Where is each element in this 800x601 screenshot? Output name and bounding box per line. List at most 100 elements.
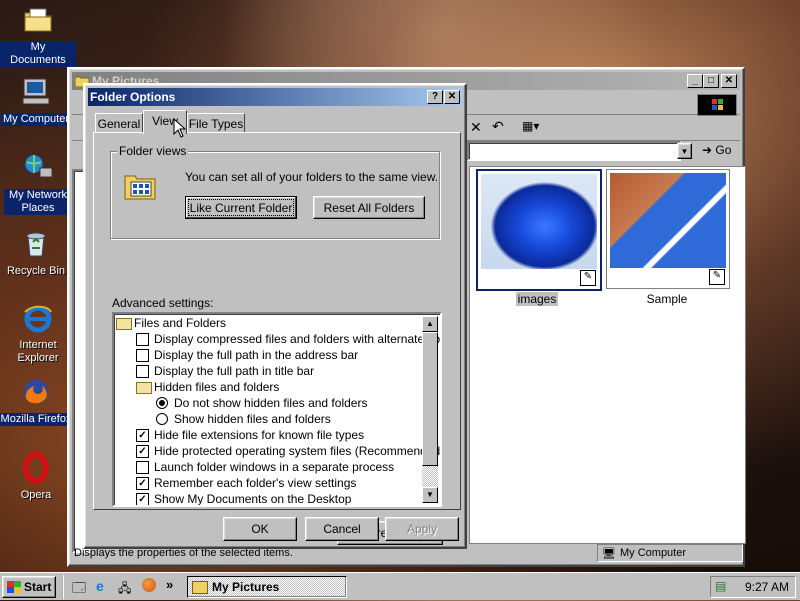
- taskbar-button-my-pictures[interactable]: My Pictures: [187, 576, 347, 598]
- undo-icon[interactable]: ✕: [470, 119, 482, 136]
- folder-icon: [136, 382, 152, 394]
- start-label: Start: [24, 580, 52, 594]
- close-button[interactable]: ✕: [721, 74, 737, 88]
- close-button[interactable]: ✕: [444, 90, 460, 104]
- folder-views-icon: [124, 175, 156, 200]
- minimize-button[interactable]: _: [687, 74, 703, 88]
- checkbox[interactable]: [136, 461, 149, 474]
- desktop-icon-my-network-places[interactable]: My Network Places: [0, 152, 76, 215]
- address-dropdown-button[interactable]: ▼: [677, 143, 692, 159]
- checkbox[interactable]: ✓: [136, 493, 149, 505]
- go-button[interactable]: ➜ Go: [702, 143, 731, 157]
- folder-documents-icon: [24, 8, 52, 32]
- radio-button[interactable]: [156, 397, 168, 409]
- internet-explorer-icon: [24, 305, 52, 333]
- taskbar: Start 🗔 e 🖧 » My Pictures ▤ 9:27 AM: [0, 572, 800, 600]
- firefox-icon: [24, 380, 48, 404]
- network-icon[interactable]: 🖧: [118, 579, 131, 600]
- thumbnail-images[interactable]: ✎: [476, 169, 602, 291]
- recycle-bin-icon: [26, 232, 46, 257]
- advanced-setting-label: Do not show hidden files and folders: [174, 396, 368, 410]
- edit-overlay-icon: ✎: [580, 270, 596, 286]
- dialog-title: Folder Options: [90, 90, 176, 104]
- advanced-setting-label: Hidden files and folders: [154, 380, 280, 394]
- checkbox[interactable]: ✓: [136, 477, 149, 490]
- cancel-button[interactable]: Cancel: [305, 517, 379, 541]
- dialog-title-bar[interactable]: Folder Options ? ✕: [88, 88, 462, 106]
- maximize-button[interactable]: □: [703, 74, 719, 88]
- file-label[interactable]: Sample: [606, 292, 728, 306]
- desktop-icon-label: Opera: [20, 489, 52, 501]
- advanced-setting-label: Show My Documents on the Desktop: [154, 492, 352, 506]
- advanced-setting-label: Hide protected operating system files (R…: [154, 444, 442, 458]
- desktop-icon-label: My Network Places: [4, 189, 72, 215]
- desktop-icon-label: Mozilla Firefox: [0, 413, 74, 426]
- scroll-thumb[interactable]: [422, 332, 438, 466]
- view-tab-panel: Folder views You can set all of your fol…: [93, 132, 461, 545]
- opera-icon: [23, 452, 49, 484]
- advanced-scrollbar[interactable]: ▲ ▼: [422, 316, 438, 503]
- thumbnail-image: [481, 174, 597, 269]
- thumbnail-image: [610, 173, 726, 268]
- desktop-icon-opera[interactable]: Opera: [0, 452, 74, 502]
- windows-flag-icon: [7, 581, 21, 593]
- checkbox[interactable]: ✓: [136, 429, 149, 442]
- checkbox[interactable]: ✓: [136, 445, 149, 458]
- undo-arrow-icon[interactable]: ↶: [492, 118, 504, 135]
- status-zone: 🖥 My Computer: [597, 544, 743, 562]
- folder-views-text: You can set all of your folders to the s…: [185, 170, 439, 184]
- desktop-icon-my-computer[interactable]: My Computer: [0, 76, 74, 126]
- advanced-settings-label: Advanced settings:: [112, 296, 214, 310]
- desktop-icon-label: Internet Explorer: [17, 339, 59, 364]
- firefox-icon[interactable]: [142, 578, 156, 592]
- system-tray: ▤ 9:27 AM: [710, 576, 796, 598]
- thumbnail-sample[interactable]: ✎: [606, 169, 730, 289]
- clock[interactable]: 9:27 AM: [745, 580, 789, 594]
- desktop-icon-label: Recycle Bin: [6, 265, 66, 277]
- scroll-down-button[interactable]: ▼: [422, 487, 438, 503]
- start-button[interactable]: Start: [2, 576, 56, 598]
- advanced-setting-label: Show hidden files and folders: [174, 412, 331, 426]
- computer-icon: 🖥: [602, 548, 616, 560]
- checkbox[interactable]: [136, 349, 149, 362]
- desktop-icon-internet-explorer[interactable]: Internet Explorer: [0, 302, 76, 365]
- ok-button[interactable]: OK: [223, 517, 297, 541]
- desktop-icon-mozilla-firefox[interactable]: Mozilla Firefox: [0, 376, 74, 426]
- radio-button[interactable]: [156, 413, 168, 425]
- quick-launch-more[interactable]: »: [166, 577, 173, 592]
- tab-general[interactable]: General: [95, 113, 143, 133]
- folder-views-group: Folder views You can set all of your fol…: [110, 144, 440, 239]
- advanced-setting-label: Display compressed files and folders wit…: [154, 332, 442, 346]
- apply-button[interactable]: Apply: [385, 517, 459, 541]
- quick-launch: 🗔 e 🖧 »: [62, 575, 184, 599]
- like-current-folder-button[interactable]: Like Current Folder: [185, 196, 297, 219]
- taskbar-button-label: My Pictures: [212, 580, 280, 594]
- folder-views-legend: Folder views: [117, 144, 189, 158]
- go-label: Go: [715, 143, 732, 157]
- help-button[interactable]: ?: [427, 90, 443, 104]
- file-label[interactable]: images: [476, 292, 598, 306]
- show-desktop-icon[interactable]: 🗔: [72, 579, 86, 601]
- file-view[interactable]: ✎ images ✎ Sample: [469, 166, 746, 544]
- advanced-setting-label: Files and Folders: [134, 316, 227, 330]
- advanced-settings-list[interactable]: ✓ Show My Documents on the Desktop ✓ Rememb…: [112, 312, 442, 507]
- internet-explorer-icon[interactable]: e: [96, 578, 104, 594]
- scroll-up-button[interactable]: ▲: [422, 316, 438, 332]
- views-icon[interactable]: ▦▾: [522, 119, 539, 133]
- tray-status-icon[interactable]: ▤: [715, 579, 726, 593]
- desktop-icon-recycle-bin[interactable]: Recycle Bin: [0, 228, 74, 278]
- advanced-setting-label: Hide file extensions for known file type…: [154, 428, 365, 442]
- mouse-pointer-icon: [173, 118, 187, 138]
- advanced-setting-label: Remember each folder's view settings: [154, 476, 357, 490]
- desktop-icon-label: My Documents: [0, 41, 76, 67]
- folder-options-dialog[interactable]: Folder Options ? ✕ General View File Typ…: [83, 83, 467, 549]
- tab-file-types[interactable]: File Types: [187, 113, 245, 133]
- status-zone-label: My Computer: [620, 547, 687, 559]
- reset-all-folders-button[interactable]: Reset All Folders: [313, 196, 425, 219]
- checkbox[interactable]: [136, 365, 149, 378]
- desktop-icon-my-documents[interactable]: My Documents: [0, 4, 76, 67]
- address-input[interactable]: [467, 141, 681, 161]
- go-arrow-icon: ➜: [702, 143, 713, 157]
- advanced-setting-label: Display the full path in the address bar: [154, 348, 359, 362]
- checkbox[interactable]: [136, 333, 149, 346]
